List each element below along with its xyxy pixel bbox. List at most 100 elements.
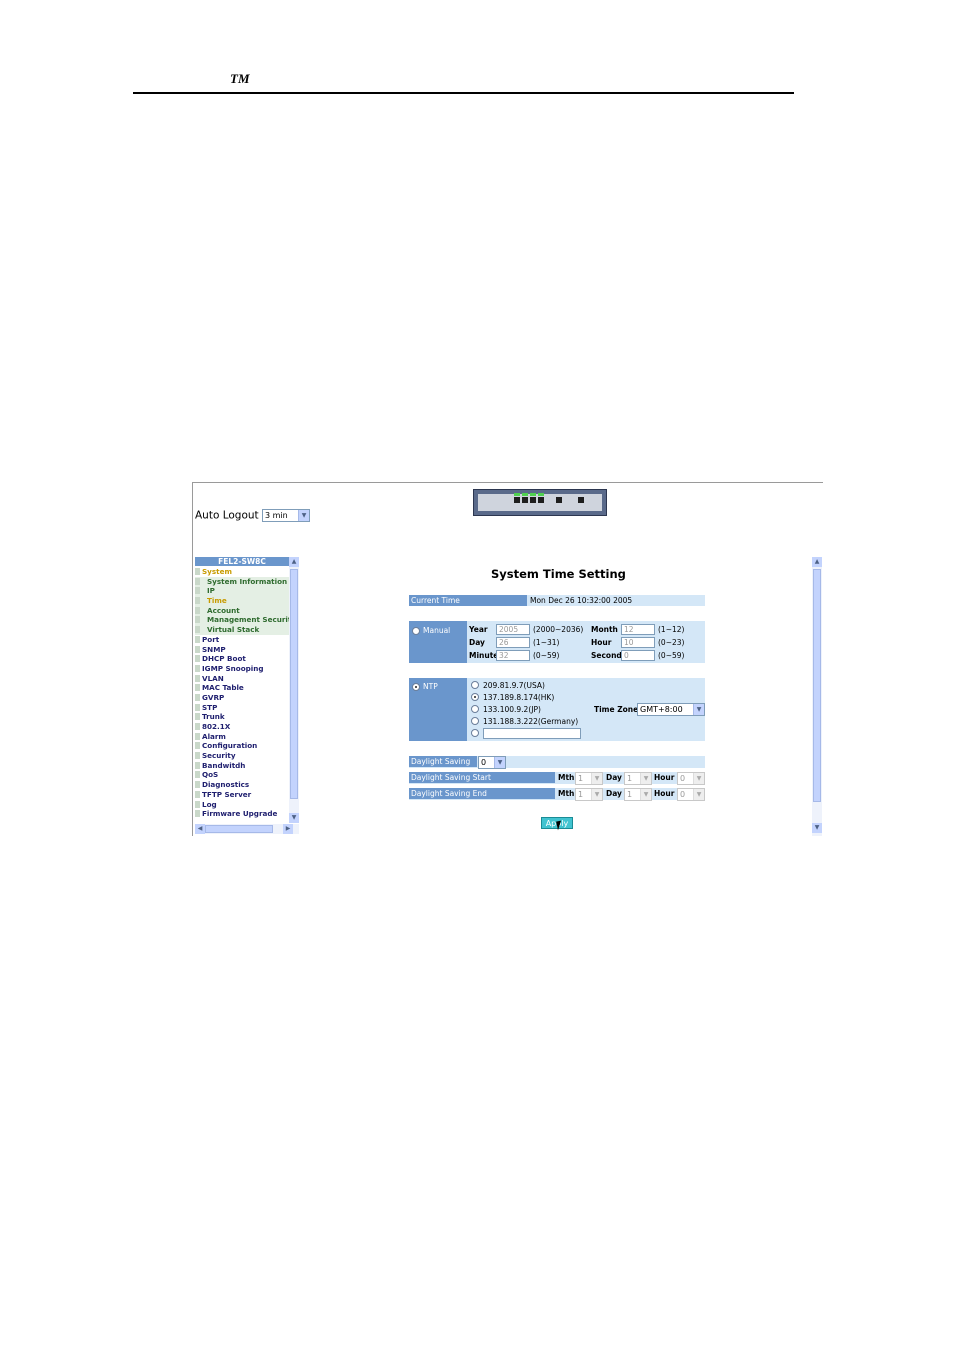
trademark-mark: TM [230, 71, 250, 86]
ntp-server-radio[interactable] [471, 717, 479, 725]
manual-radio[interactable] [412, 627, 420, 635]
end-mth-select[interactable]: 1 ▼ [575, 788, 603, 801]
end-hour-select[interactable]: 0 ▼ [677, 788, 705, 801]
scroll-up-icon[interactable]: ▲ [289, 557, 299, 567]
scroll-right-icon[interactable]: ▶ [283, 824, 293, 834]
ntp-custom-radio[interactable] [471, 729, 479, 737]
menu-item-security[interactable]: Security [195, 751, 289, 761]
chevron-down-icon: ▼ [494, 757, 505, 768]
bullet-icon [195, 645, 200, 653]
ethernet-port-icon [522, 497, 528, 503]
scroll-down-icon[interactable]: ▼ [289, 813, 299, 823]
chevron-down-icon: ▼ [591, 789, 602, 800]
menu-item-qos[interactable]: QoS [195, 770, 289, 780]
ntp-server-option: 131.188.3.222(Germany) [483, 717, 579, 726]
menu-item-configuration[interactable]: Configuration [195, 741, 289, 751]
menu-item-account[interactable]: Account [195, 605, 289, 616]
minute-input[interactable]: 32 [496, 650, 530, 661]
year-input[interactable]: 2005 [496, 624, 530, 635]
menu-item-gvrp[interactable]: GVRP [195, 693, 289, 703]
menu-item-ip[interactable]: IP [195, 586, 289, 597]
chevron-down-icon: ▼ [640, 789, 651, 800]
sidebar-menu: FEL2-SW8C System System Information IP T… [195, 557, 289, 824]
start-hour-value: 0 [680, 774, 686, 783]
current-time-value: Mon Dec 26 10:32:00 2005 [527, 595, 705, 606]
menu-item-dhcp-boot[interactable]: DHCP Boot [195, 654, 289, 664]
menu-item-snmp[interactable]: SNMP [195, 645, 289, 655]
menu-item-mac-table[interactable]: MAC Table [195, 683, 289, 693]
menu-item-diagnostics[interactable]: Diagnostics [195, 780, 289, 790]
menu-item-vlan[interactable]: VLAN [195, 674, 289, 684]
ntp-server-radio[interactable] [471, 705, 479, 713]
menu-item-bandwidth[interactable]: Bandwitdh [195, 761, 289, 771]
year-range: (2000~2036) [533, 625, 584, 634]
menu-item-time[interactable]: Time [195, 596, 289, 606]
menu-item-8021x[interactable]: 802.1X [195, 722, 289, 732]
scrollbar-thumb[interactable] [290, 569, 298, 799]
bullet-icon [195, 693, 200, 701]
month-input[interactable]: 12 [621, 624, 655, 635]
ntp-custom-server-input[interactable] [483, 728, 581, 739]
end-mth-value: 1 [578, 790, 584, 799]
daylight-start-label: Daylight Saving Start [409, 772, 555, 783]
browser-screenshot: Auto Logout 3 min ▼ FEL2-SW8C System Sys… [192, 482, 823, 836]
ethernet-port-icon [530, 497, 536, 503]
menu-item-log[interactable]: Log [195, 800, 289, 810]
timezone-select[interactable]: GMT+8:00 ▼ [637, 703, 705, 716]
menu-item-alarm[interactable]: Alarm [195, 732, 289, 742]
end-day-value: 1 [627, 790, 633, 799]
year-label: Year [469, 625, 488, 634]
bullet-icon [195, 655, 200, 663]
menu-item-tftp-server[interactable]: TFTP Server [195, 790, 289, 800]
ethernet-port-icon [538, 497, 544, 503]
scrollbar-thumb[interactable] [205, 825, 273, 833]
menu-item-management-security[interactable]: Management Securit [195, 615, 289, 626]
menu-item-trunk[interactable]: Trunk [195, 712, 289, 722]
auto-logout-select[interactable]: 3 min ▼ [262, 509, 311, 522]
start-hour-label: Hour [654, 773, 675, 782]
end-day-label: Day [606, 789, 622, 798]
auto-logout-value: 3 min [265, 511, 288, 520]
ntp-server-option: 133.100.9.2(JP) [483, 705, 541, 714]
port-led [538, 493, 544, 496]
bullet-icon [195, 664, 200, 672]
scrollbar-thumb[interactable] [813, 569, 821, 802]
page-vertical-scrollbar[interactable]: ▲ ▼ [812, 557, 822, 836]
day-input[interactable]: 26 [496, 637, 530, 648]
ntp-radio[interactable] [412, 683, 420, 691]
menu-horizontal-scrollbar[interactable]: ◀ ▶ [195, 824, 299, 834]
daylight-saving-label: Daylight Saving [409, 756, 477, 767]
menu-item-firmware-upgrade[interactable]: Firmware Upgrade [195, 809, 289, 819]
daylight-saving-value: 0 [481, 758, 487, 767]
end-hour-value: 0 [680, 790, 686, 799]
hour-input[interactable]: 10 [621, 637, 655, 648]
bullet-icon [195, 568, 200, 575]
scroll-down-icon[interactable]: ▼ [812, 823, 822, 833]
scroll-left-icon[interactable]: ◀ [195, 824, 205, 834]
menu-item-virtual-stack[interactable]: Virtual Stack [195, 625, 289, 635]
second-input[interactable]: 0 [621, 650, 655, 661]
bullet-icon [195, 616, 200, 624]
menu-item-igmp-snooping[interactable]: IGMP Snooping [195, 664, 289, 674]
menu-item-system-information[interactable]: System Information [195, 576, 289, 587]
menu-item-system[interactable]: System [195, 567, 289, 577]
menu-item-stp[interactable]: STP [195, 703, 289, 713]
menu-vertical-scrollbar[interactable]: ▲ ▼ [289, 557, 299, 823]
menu-item-port[interactable]: Port [195, 635, 289, 645]
bullet-icon [195, 752, 200, 760]
ntp-server-radio[interactable] [471, 693, 479, 701]
daylight-saving-select[interactable]: 0 ▼ [478, 756, 506, 769]
ntp-server-radio[interactable] [471, 681, 479, 689]
port-led [522, 493, 528, 496]
switch-device-image [473, 489, 607, 516]
chevron-down-icon: ▼ [591, 773, 602, 784]
hour-label: Hour [591, 638, 612, 647]
start-hour-select[interactable]: 0 ▼ [677, 772, 705, 785]
start-mth-select[interactable]: 1 ▼ [575, 772, 603, 785]
scroll-up-icon[interactable]: ▲ [812, 557, 822, 567]
port-led [514, 493, 520, 496]
bullet-icon [195, 703, 200, 711]
end-day-select[interactable]: 1 ▼ [624, 788, 652, 801]
start-day-select[interactable]: 1 ▼ [624, 772, 652, 785]
month-range: (1~12) [658, 625, 685, 634]
